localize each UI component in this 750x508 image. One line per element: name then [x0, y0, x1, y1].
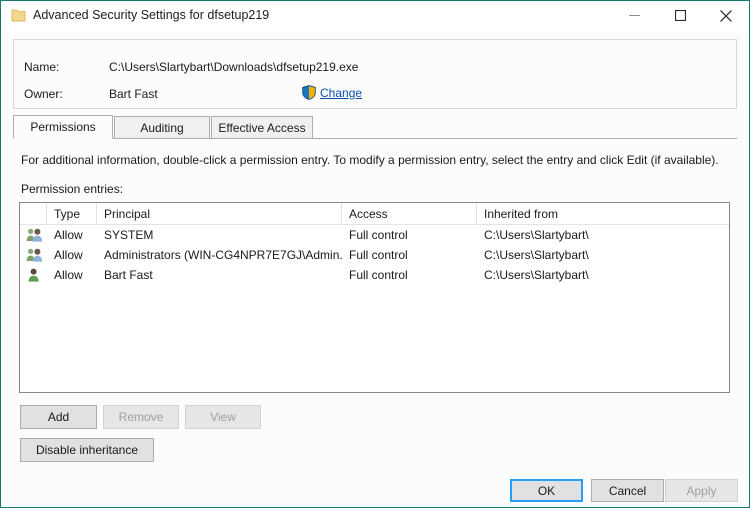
- column-header-icon[interactable]: [20, 203, 47, 224]
- cell-type: Allow: [54, 248, 83, 262]
- add-button-label: Add: [47, 410, 70, 424]
- apply-button-label: Apply: [686, 483, 717, 498]
- cell-access: Full control: [349, 228, 408, 242]
- cancel-button[interactable]: Cancel: [591, 479, 664, 502]
- table-row[interactable]: Allow SYSTEM Full control C:\Users\Slart…: [20, 225, 729, 245]
- column-header-inherited-from[interactable]: Inherited from: [477, 203, 729, 224]
- user-icon: [26, 267, 43, 283]
- title-bar: Advanced Security Settings for dfsetup21…: [1, 1, 749, 31]
- add-button[interactable]: Add: [20, 405, 97, 429]
- tab-auditing[interactable]: Auditing: [114, 116, 210, 139]
- change-owner-link[interactable]: Change: [302, 85, 362, 100]
- tab-auditing-label: Auditing: [140, 120, 184, 135]
- owner-value: Bart Fast: [109, 87, 158, 101]
- advanced-security-settings-dialog: Advanced Security Settings for dfsetup21…: [0, 0, 750, 508]
- tab-permissions[interactable]: Permissions: [13, 115, 113, 139]
- disable-inheritance-button[interactable]: Disable inheritance: [20, 438, 154, 462]
- window-title: Advanced Security Settings for dfsetup21…: [33, 8, 270, 22]
- owner-label: Owner:: [24, 87, 63, 101]
- cell-type: Allow: [54, 228, 83, 242]
- column-header-access[interactable]: Access: [342, 203, 477, 224]
- group-icon: [26, 247, 43, 263]
- remove-button[interactable]: Remove: [103, 405, 179, 429]
- close-icon: [719, 9, 732, 22]
- folder-icon: [11, 8, 26, 23]
- cell-inherited-from: C:\Users\Slartybart\: [484, 248, 589, 262]
- cell-access: Full control: [349, 248, 408, 262]
- disable-inheritance-label: Disable inheritance: [35, 443, 139, 457]
- permission-entries-list[interactable]: Type Principal Access Inherited from All…: [19, 202, 730, 393]
- file-info-group: Name: C:\Users\Slartybart\Downloads\dfse…: [13, 39, 737, 109]
- minimize-icon: [629, 15, 640, 16]
- minimize-button[interactable]: [612, 1, 657, 30]
- table-row[interactable]: Allow Administrators (WIN-CG4NPR7E7GJ\Ad…: [20, 245, 729, 265]
- column-header-principal[interactable]: Principal: [97, 203, 342, 224]
- tab-effective-access[interactable]: Effective Access: [211, 116, 313, 139]
- tab-permissions-label: Permissions: [30, 120, 96, 134]
- close-button[interactable]: [703, 1, 748, 30]
- cell-inherited-from: C:\Users\Slartybart\: [484, 268, 589, 282]
- cell-type: Allow: [54, 268, 83, 282]
- remove-button-label: Remove: [118, 410, 164, 424]
- maximize-button[interactable]: [658, 1, 703, 30]
- view-button-label: View: [210, 410, 236, 424]
- cell-principal: SYSTEM: [104, 228, 154, 242]
- maximize-icon: [675, 10, 686, 21]
- ok-button[interactable]: OK: [510, 479, 583, 502]
- cell-principal: Administrators (WIN-CG4NPR7E7GJ\Admin...: [104, 248, 342, 262]
- instruction-text: For additional information, double-click…: [21, 153, 719, 167]
- column-header-type[interactable]: Type: [47, 203, 97, 224]
- table-row[interactable]: Allow Bart Fast Full control C:\Users\Sl…: [20, 265, 729, 285]
- cancel-button-label: Cancel: [608, 483, 647, 498]
- cell-inherited-from: C:\Users\Slartybart\: [484, 228, 589, 242]
- list-header-row: Type Principal Access Inherited from: [20, 203, 729, 225]
- permission-entries-label: Permission entries:: [21, 182, 124, 196]
- cell-principal: Bart Fast: [104, 268, 153, 282]
- uac-shield-icon: [302, 85, 316, 100]
- view-button[interactable]: View: [185, 405, 261, 429]
- change-link-text: Change: [320, 85, 363, 100]
- apply-button[interactable]: Apply: [665, 479, 738, 502]
- tab-effective-access-label: Effective Access: [218, 120, 306, 135]
- tab-strip: Permissions Auditing Effective Access: [13, 115, 737, 139]
- cell-access: Full control: [349, 268, 408, 282]
- ok-button-label: OK: [537, 483, 556, 498]
- name-value: C:\Users\Slartybart\Downloads\dfsetup219…: [109, 60, 359, 74]
- group-icon: [26, 227, 43, 243]
- name-label: Name:: [24, 60, 60, 74]
